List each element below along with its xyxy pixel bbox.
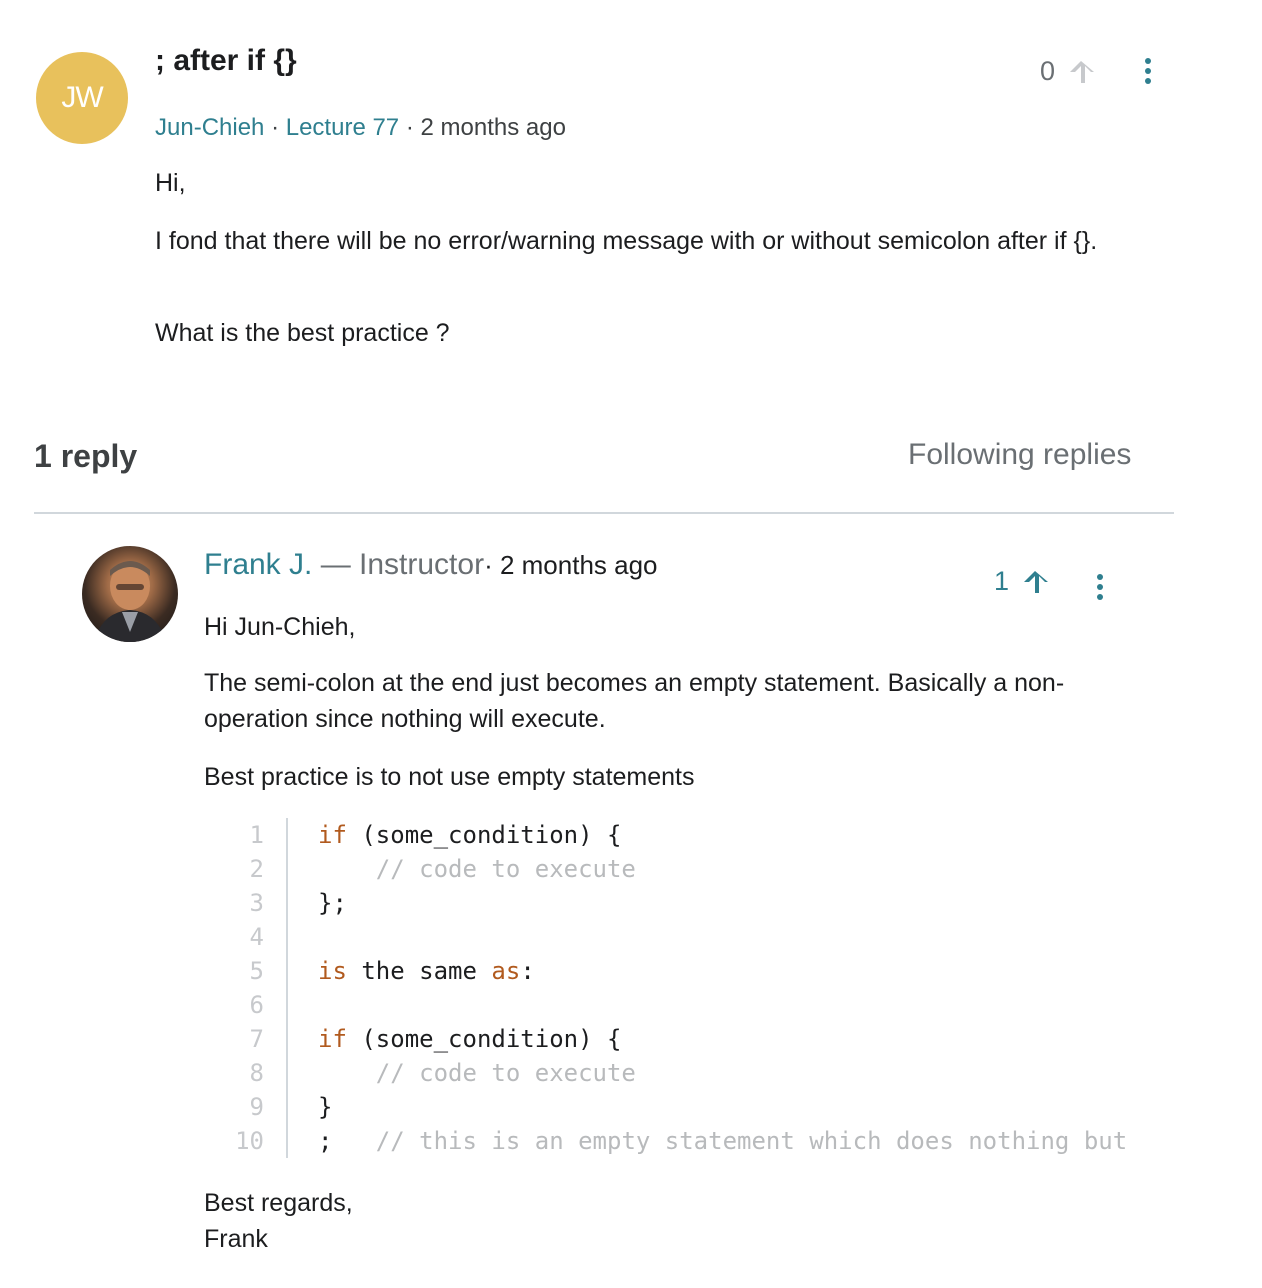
code-line: 6 (222, 988, 1162, 1022)
line-number: 10 (222, 1124, 288, 1158)
question-meta: Jun-Chieh · Lecture 77 · 2 months ago (155, 114, 566, 142)
divider (34, 512, 1174, 514)
reply-time: · 2 months ago (484, 550, 658, 580)
code-line: 5 is the same as: (222, 954, 1162, 988)
question-vote: 0 (1040, 56, 1097, 87)
code-text: if (some_condition) { (288, 1022, 621, 1056)
question-more-menu[interactable] (1145, 58, 1151, 84)
author-link[interactable]: Jun-Chieh (155, 114, 264, 141)
question-body-line: Hi, (155, 169, 186, 197)
question-time: · 2 months ago (399, 114, 566, 141)
replies-count: 1 reply (34, 438, 138, 474)
line-number: 9 (222, 1090, 288, 1124)
code-line: 8 // code to execute (222, 1056, 1162, 1090)
reply-vote: 1 (994, 566, 1051, 597)
code-comment: // code to execute (318, 855, 636, 883)
line-number: 3 (222, 886, 288, 920)
code-keyword: is (318, 957, 347, 985)
line-number: 1 (222, 818, 288, 852)
code-line: 1 if (some_condition) { (222, 818, 1162, 852)
question-body-line: I fond that there will be no error/warni… (155, 227, 1098, 255)
code-text: is the same as: (288, 954, 535, 988)
line-number: 7 (222, 1022, 288, 1056)
author-avatar: JW (36, 52, 128, 144)
question-title: ; after if {} (155, 44, 297, 77)
code-token: the same (346, 957, 492, 985)
code-text: if (some_condition) { (288, 818, 621, 852)
code-comment: // code to execute (318, 1059, 636, 1087)
signoff-line: Frank (204, 1225, 268, 1253)
reply-body-line: Hi Jun-Chieh, (204, 613, 356, 641)
code-line: 4 (222, 920, 1162, 954)
following-replies-toggle[interactable]: Following replies (908, 438, 1131, 472)
reply-author-link[interactable]: Frank J. (204, 548, 312, 581)
code-line: 2 // code to execute (222, 852, 1162, 886)
code-comment: // this is an empty statement which does… (332, 1127, 1128, 1155)
code-text: // code to execute (288, 852, 636, 886)
code-keyword: as (491, 957, 521, 985)
code-text: // code to execute (288, 1056, 636, 1090)
code-token: }; (318, 889, 347, 917)
line-number: 2 (222, 852, 288, 886)
reply-vote-count: 1 (994, 566, 1010, 596)
code-block: 1 if (some_condition) {2 // code to execu… (222, 818, 1162, 1158)
code-text: ; // this is an empty statement which do… (288, 1124, 1127, 1158)
question-vote-count: 0 (1040, 56, 1056, 86)
line-number: 5 (222, 954, 288, 988)
code-token: (some_condition) { (346, 1025, 622, 1053)
code-text: }; (288, 886, 347, 920)
reply-body-line: Best practice is to not use empty statem… (204, 763, 695, 791)
question-body-line: What is the best practice ? (155, 319, 450, 347)
arrow-up-icon[interactable] (1023, 568, 1051, 596)
code-token: ; (318, 1127, 333, 1155)
code-line: 10; // this is an empty statement which … (222, 1124, 1162, 1158)
line-number: 8 (222, 1056, 288, 1090)
code-line: 3}; (222, 886, 1162, 920)
reply-role: — Instructor (312, 548, 485, 581)
reply-body-line: The semi-colon at the end just becomes a… (204, 669, 1065, 733)
reply-header: Frank J. — Instructor· 2 months ago (204, 548, 658, 582)
code-token: (some_condition) { (346, 821, 622, 849)
line-number: 6 (222, 988, 288, 1022)
instructor-avatar (82, 546, 178, 642)
code-line: 7 if (some_condition) { (222, 1022, 1162, 1056)
line-number: 4 (222, 920, 288, 954)
code-text: } (288, 1090, 332, 1124)
reply-more-menu[interactable] (1097, 574, 1103, 600)
signoff-line: Best regards, (204, 1189, 353, 1217)
code-token: : (520, 957, 535, 985)
code-line: 9} (222, 1090, 1162, 1124)
code-keyword: if (318, 821, 347, 849)
meta-separator: · (264, 114, 286, 141)
lecture-link[interactable]: Lecture 77 (286, 114, 399, 141)
code-token: } (318, 1093, 333, 1121)
code-keyword: if (318, 1025, 347, 1053)
arrow-up-icon[interactable] (1069, 58, 1097, 86)
